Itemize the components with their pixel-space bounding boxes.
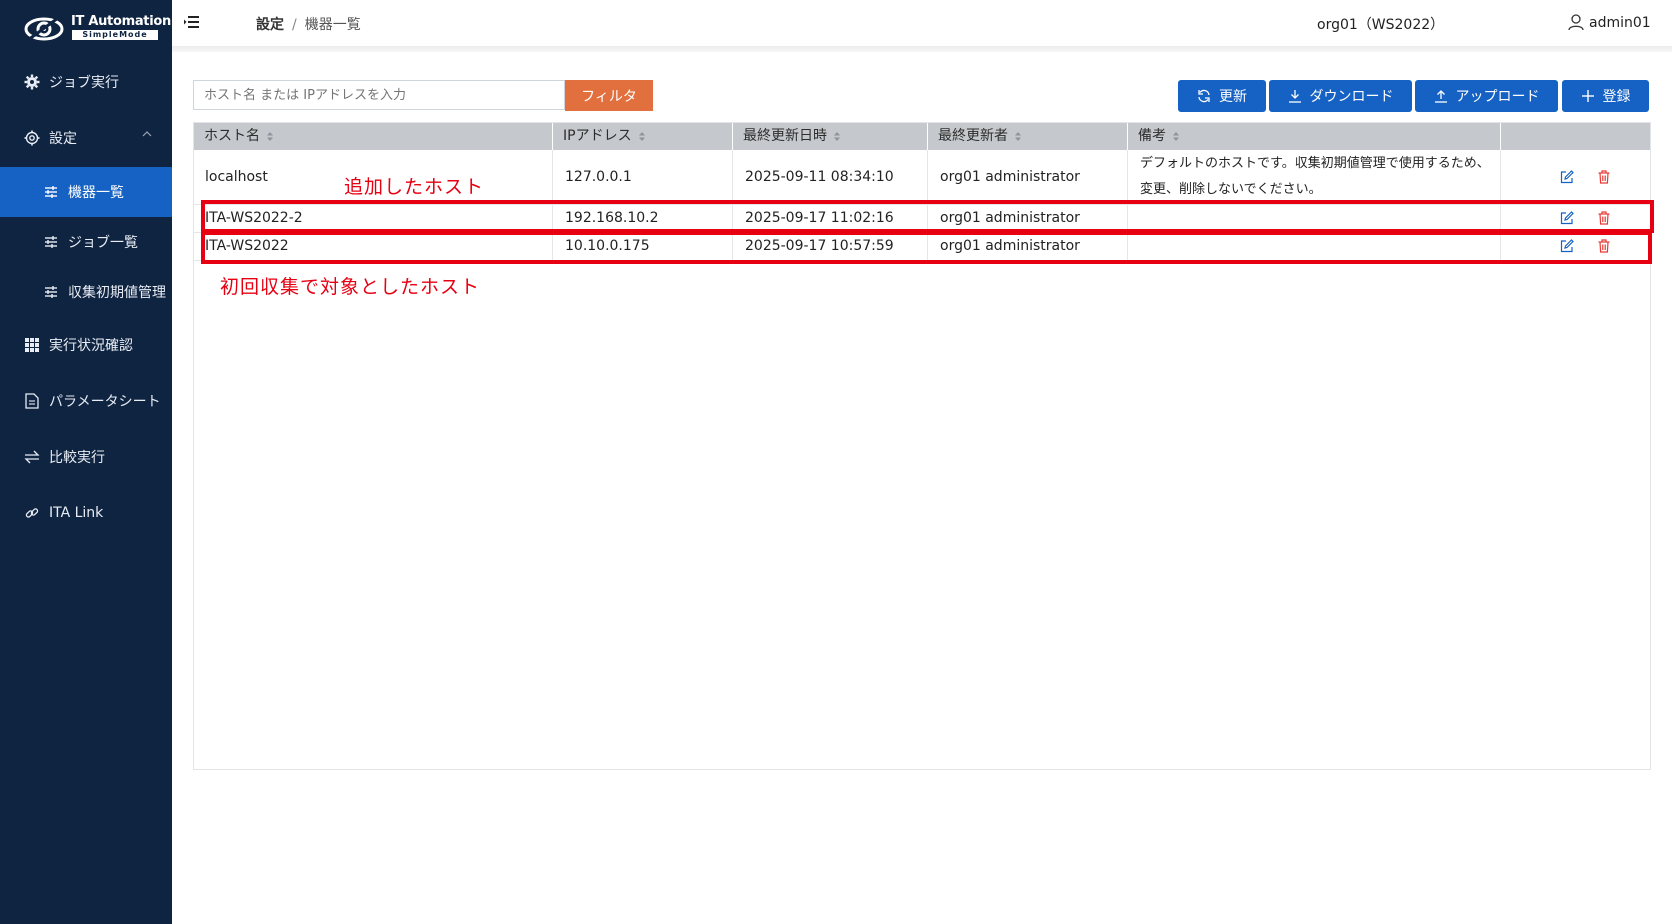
breadcrumb: 設定 / 機器一覧: [256, 14, 361, 34]
sidebar: IT Automation SimpleMode ジョブ実行 設定 機器一覧 ジ…: [0, 0, 172, 924]
sort-icon: [638, 131, 645, 141]
download-button[interactable]: ダウンロード: [1269, 80, 1412, 112]
sidebar-item-device-list[interactable]: 機器一覧: [0, 167, 172, 217]
table-header: ホスト名 IPアドレス 最終更新日時 最終更新者 備考: [194, 123, 1650, 150]
cell-note: デフォルトのホストです。収集初期値管理で使用するため、変更、削除しないでください…: [1128, 150, 1501, 204]
settings-icon: [23, 129, 41, 147]
annotation-added-host: 追加したホスト: [344, 176, 485, 198]
sidebar-item-job-list[interactable]: ジョブ一覧: [0, 217, 172, 267]
column-header-updated[interactable]: 最終更新日時: [733, 123, 928, 150]
sidebar-item-parameter-sheet[interactable]: パラメータシート: [0, 376, 172, 426]
sidebar-item-label: ITA Link: [49, 505, 104, 521]
upload-label: アップロード: [1455, 89, 1540, 105]
sidebar-item-label: 機器一覧: [68, 185, 124, 201]
link-icon: [23, 504, 41, 522]
chevron-up-icon: [142, 131, 152, 137]
sidebar-item-status[interactable]: 実行状況確認: [0, 320, 172, 370]
breadcrumb-separator: /: [292, 17, 297, 33]
delete-icon[interactable]: [1598, 170, 1610, 184]
plus-icon: [1581, 90, 1594, 102]
column-header-actions: [1501, 123, 1650, 150]
sort-icon: [1015, 131, 1021, 141]
sidebar-item-label: 収集初期値管理: [68, 285, 166, 301]
upload-icon: [1434, 90, 1447, 103]
user-menu[interactable]: admin01: [1568, 14, 1651, 31]
logo-title: IT Automation: [71, 14, 171, 29]
filter-button[interactable]: フィルタ: [565, 80, 653, 111]
column-header-ip[interactable]: IPアドレス: [553, 123, 733, 150]
search-input[interactable]: [193, 80, 565, 110]
sidebar-item-label: ジョブ一覧: [68, 235, 138, 251]
user-icon: [1568, 14, 1584, 31]
sliders-icon: [42, 233, 60, 251]
breadcrumb-settings[interactable]: 設定: [256, 17, 284, 33]
edit-icon[interactable]: [1560, 170, 1574, 184]
document-icon: [23, 392, 41, 410]
grid-icon: [23, 336, 41, 354]
download-icon: [1288, 90, 1301, 103]
sidebar-item-initial-values[interactable]: 収集初期値管理: [0, 267, 172, 317]
cell-updater: org01 administrator: [928, 150, 1128, 204]
org-label: org01（WS2022）: [1317, 17, 1445, 33]
cell-ip: 127.0.0.1: [553, 150, 733, 204]
sidebar-item-label: 実行状況確認: [49, 338, 133, 354]
refresh-label: 更新: [1219, 89, 1247, 105]
annotation-initial-host: 初回収集で対象としたホスト: [220, 276, 481, 298]
compare-icon: [23, 448, 41, 466]
download-label: ダウンロード: [1309, 89, 1394, 105]
highlight-box-added-host: [201, 200, 1654, 233]
top-bar-divider: [172, 46, 1672, 52]
user-name: admin01: [1589, 14, 1651, 31]
sidebar-item-label: パラメータシート: [49, 394, 161, 410]
highlight-box-initial-host: [201, 231, 1652, 264]
refresh-icon: [1198, 89, 1210, 103]
sidebar-item-settings[interactable]: 設定: [0, 113, 172, 163]
column-header-host[interactable]: ホスト名: [194, 123, 553, 150]
logo-eye-icon: [24, 16, 64, 42]
menu-toggle-icon[interactable]: [184, 14, 200, 33]
sidebar-item-job-run[interactable]: ジョブ実行: [0, 57, 172, 107]
sliders-icon: [42, 183, 60, 201]
sidebar-item-ita-link[interactable]: ITA Link: [0, 488, 172, 538]
register-button[interactable]: 登録: [1562, 80, 1649, 112]
breadcrumb-current: 機器一覧: [304, 17, 361, 33]
top-bar: [172, 0, 1672, 46]
gear-icon: [23, 73, 41, 91]
sort-icon: [1173, 131, 1179, 141]
sort-icon: [834, 131, 840, 141]
refresh-button[interactable]: 更新: [1178, 80, 1266, 112]
sort-icon: [267, 131, 273, 141]
register-label: 登録: [1602, 89, 1631, 105]
app-logo[interactable]: IT Automation SimpleMode: [24, 12, 171, 46]
cell-updated: 2025-09-11 08:34:10: [733, 150, 928, 204]
sidebar-item-label: 比較実行: [49, 450, 105, 466]
column-header-updater[interactable]: 最終更新者: [928, 123, 1128, 150]
sidebar-item-label: 設定: [49, 131, 77, 147]
sidebar-item-compare[interactable]: 比較実行: [0, 432, 172, 482]
upload-button[interactable]: アップロード: [1415, 80, 1558, 112]
sidebar-item-label: ジョブ実行: [49, 75, 119, 91]
sliders-icon: [42, 283, 60, 301]
logo-subtitle: SimpleMode: [72, 30, 158, 40]
column-header-note[interactable]: 備考: [1128, 123, 1501, 150]
